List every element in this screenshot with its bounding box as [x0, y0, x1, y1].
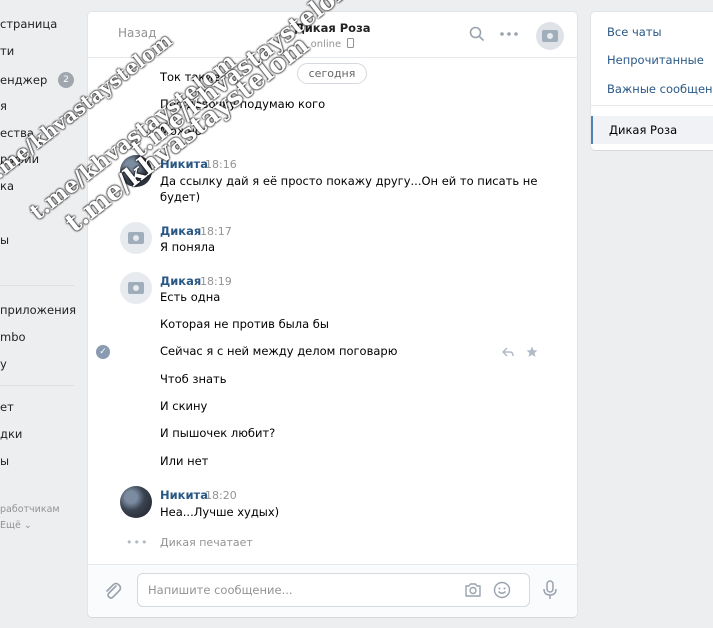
- message-text: Или нет: [160, 454, 209, 468]
- nav-item-music[interactable]: ка: [0, 176, 14, 196]
- active-chat-label: Дикая Роза: [609, 123, 678, 137]
- nav-footer-more[interactable]: Ещё ⌄: [0, 516, 32, 536]
- nav-item-communities[interactable]: ества: [0, 123, 34, 143]
- peer-avatar[interactable]: [536, 22, 564, 50]
- message-author[interactable]: Никита: [160, 488, 208, 502]
- chat-header: Назад Дикая Роза online: [88, 12, 577, 58]
- message-author[interactable]: Дикая: [160, 224, 201, 238]
- avatar-dikaya[interactable]: [120, 272, 152, 304]
- avatar-nikita[interactable]: [120, 155, 152, 187]
- attach-icon[interactable]: [103, 581, 123, 601]
- reply-icon[interactable]: [502, 347, 514, 357]
- left-navigation: страница ти енджер 2 я ества рафии ка ы …: [0, 0, 80, 628]
- message-text: Ток такие: [160, 70, 220, 84]
- message-time[interactable]: 18:20: [205, 489, 237, 502]
- filter-all-chats[interactable]: Все чаты: [607, 25, 662, 39]
- filter-important[interactable]: Важные сообщения: [607, 82, 713, 96]
- nav-item-games[interactable]: ы: [0, 230, 9, 250]
- more-options-icon[interactable]: [500, 32, 518, 36]
- nav-item-messenger[interactable]: енджер: [0, 70, 47, 90]
- peer-status: online: [88, 38, 577, 50]
- message-history: сегодня Ток такие Про девочку подумаю ко…: [88, 58, 577, 558]
- message-text: Сейчас я с ней между делом поговарю: [160, 344, 398, 358]
- message-text: Которая не против была бы: [160, 317, 329, 331]
- message-author[interactable]: Дикая: [160, 274, 201, 288]
- nav-item-my-page[interactable]: страница: [0, 14, 57, 34]
- nav-divider: [0, 385, 74, 386]
- message-text: И пышочек любит?: [160, 426, 276, 440]
- message-text: Я поняла: [160, 240, 216, 254]
- search-icon[interactable]: [469, 26, 485, 42]
- nav-item-friends[interactable]: я: [0, 96, 7, 116]
- nav-item-photos[interactable]: рафии: [0, 149, 39, 169]
- message-text: Неа...Лучше худых): [160, 505, 280, 519]
- message-text: Чтоб знать: [160, 372, 227, 386]
- microphone-icon[interactable]: [540, 579, 560, 601]
- nav-item-more-1[interactable]: ет: [0, 397, 14, 417]
- selected-check-icon[interactable]: ✓: [96, 345, 110, 359]
- star-icon[interactable]: [526, 346, 538, 358]
- nav-divider: [0, 285, 74, 286]
- message-author[interactable]: Никита: [160, 157, 208, 171]
- avatar-nikita[interactable]: [120, 486, 152, 518]
- peer-status-text: online: [310, 39, 342, 50]
- message-time[interactable]: 18:19: [200, 275, 232, 288]
- nav-item-apps[interactable]: приложения: [0, 300, 76, 320]
- message-time[interactable]: 18:16: [205, 158, 237, 171]
- avatar-dikaya[interactable]: [120, 222, 152, 254]
- camera-icon: [128, 232, 144, 244]
- camera-icon: [542, 30, 558, 42]
- typing-indicator: Дикая печатает: [160, 536, 253, 549]
- message-text: Про девочку подумаю кого: [160, 97, 326, 111]
- message-text: будет): [160, 190, 201, 204]
- nav-item-more-2[interactable]: дки: [0, 424, 22, 444]
- messenger-unread-badge: 2: [58, 72, 74, 88]
- emoji-icon[interactable]: [493, 581, 511, 599]
- chat-panel: Назад Дикая Роза online сегодня Ток таки…: [88, 12, 577, 617]
- photo-camera-icon[interactable]: [464, 581, 482, 599]
- message-time[interactable]: 18:17: [200, 225, 232, 238]
- panel-divider: [591, 105, 713, 106]
- camera-icon: [128, 282, 144, 294]
- message-text: Можно: [160, 124, 202, 138]
- nav-item-app-mbo[interactable]: mbo: [0, 327, 26, 347]
- typing-dots-icon: •••: [126, 536, 149, 549]
- message-text: Есть одна: [160, 290, 221, 304]
- nav-item-news[interactable]: ти: [0, 41, 14, 61]
- date-separator: сегодня: [297, 63, 367, 84]
- message-text: Да ссылку дай я её просто покажу другу..…: [160, 174, 538, 188]
- nav-item-app-u[interactable]: у: [0, 354, 7, 374]
- message-text: И скину: [160, 399, 208, 413]
- chat-filter-panel: Все чаты Непрочитанные Важные сообщения …: [591, 12, 713, 150]
- nav-item-more-3[interactable]: ы: [0, 451, 9, 471]
- filter-unread[interactable]: Непрочитанные: [607, 53, 704, 67]
- message-composer: [88, 564, 577, 617]
- mobile-phone-icon: [347, 38, 355, 48]
- active-chat-item[interactable]: Дикая Роза: [591, 116, 713, 144]
